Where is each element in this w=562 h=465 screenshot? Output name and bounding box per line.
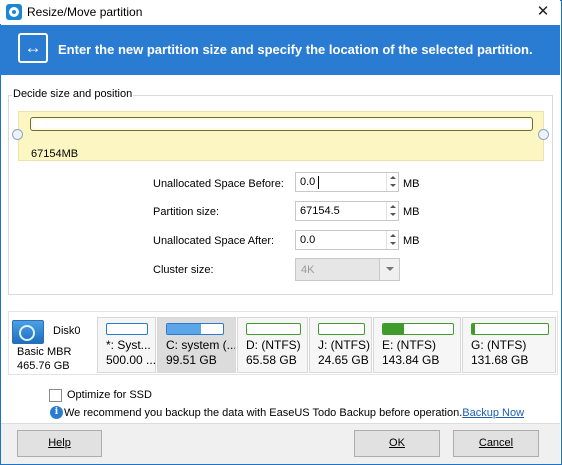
resize-arrows-icon: ↔ [18, 33, 48, 63]
cluster-size-value: 4K [301, 264, 315, 276]
title-bar: Resize/Move partition ✕ [0, 0, 560, 24]
spin-down-icon[interactable] [390, 184, 396, 187]
optimize-ssd-label[interactable]: Optimize for SSD [67, 389, 152, 401]
info-icon: i [50, 406, 63, 419]
partition-capacity: 24.65 GB [318, 353, 369, 367]
partition-usage-bar [318, 323, 365, 335]
right-resize-handle[interactable] [538, 129, 549, 140]
spin-down-icon[interactable] [390, 242, 396, 245]
partition-name: J: (NTFS) [318, 338, 370, 352]
partition-usage-fill [167, 324, 201, 334]
disk-icon [12, 320, 44, 344]
disk-name: Disk0 [53, 325, 81, 337]
spin-down-icon[interactable] [390, 213, 396, 216]
partition-usage-fill [383, 324, 404, 334]
unit-label: MB [403, 178, 420, 190]
partition-slider-area: 67154MB [18, 111, 544, 161]
ok-button[interactable]: OK [354, 430, 440, 457]
partition-usage-bar [382, 323, 454, 335]
unallocated-before-spinner[interactable] [386, 173, 398, 191]
unallocated-after-input[interactable]: 0.0 [295, 230, 399, 250]
partition-usage-bar [166, 323, 224, 335]
spin-up-icon[interactable] [390, 176, 396, 179]
help-button[interactable]: Help [17, 430, 102, 457]
left-resize-handle[interactable] [12, 129, 23, 140]
partition-block-selected[interactable]: C: system (... 99.51 GB [157, 317, 236, 373]
partition-size-input[interactable]: 67154.5 [295, 201, 399, 221]
close-button[interactable]: ✕ [526, 0, 560, 24]
cancel-button[interactable]: Cancel [453, 430, 539, 457]
disk-type: Basic MBR [17, 346, 72, 358]
unallocated-before-value: 0.0 [300, 176, 316, 188]
partition-size-label: 67154MB [31, 148, 79, 160]
partition-capacity: 143.84 GB [382, 353, 440, 367]
cancel-button-label: Cancel [478, 437, 514, 449]
partition-block[interactable]: G: (NTFS) 131.68 GB [462, 317, 556, 373]
optimize-ssd-checkbox[interactable] [49, 389, 62, 402]
instruction-banner: ↔ Enter the new partition size and speci… [0, 25, 560, 75]
partition-capacity: 65.58 GB [246, 353, 297, 367]
unit-label: MB [403, 206, 420, 218]
partition-usage-bar [246, 323, 301, 335]
partition-block[interactable]: E: (NTFS) 143.84 GB [373, 317, 461, 373]
unit-label: MB [403, 235, 420, 247]
partition-block[interactable]: *: Syst... 500.00 ... [97, 317, 156, 373]
disk-size: 465.76 GB [17, 360, 70, 372]
partition-name: D: (NTFS) [246, 338, 301, 352]
partition-name: E: (NTFS) [382, 338, 436, 352]
backup-recommendation-text: We recommend you backup the data with Ea… [64, 407, 463, 419]
unallocated-after-value: 0.0 [300, 234, 316, 246]
banner-text: Enter the new partition size and specify… [58, 42, 533, 57]
text-caret [318, 176, 319, 189]
spin-up-icon[interactable] [390, 234, 396, 237]
partition-usage-bar [106, 323, 148, 335]
partition-name: *: Syst... [106, 338, 151, 352]
backup-recommendation: We recommend you backup the data with Ea… [64, 407, 524, 419]
partition-usage-fill [472, 324, 476, 334]
group-legend: Decide size and position [12, 88, 134, 100]
app-logo-icon [6, 4, 22, 20]
unallocated-before-input[interactable]: 0.0 [295, 172, 399, 192]
partition-slider-bar[interactable] [30, 117, 533, 131]
partition-size-field-label: Partition size: [153, 206, 220, 218]
help-button-label: Help [48, 437, 71, 449]
partition-size-value: 67154.5 [300, 205, 340, 217]
partition-capacity: 99.51 GB [166, 353, 217, 367]
spin-up-icon[interactable] [390, 205, 396, 208]
ok-button-label: OK [389, 437, 405, 449]
cluster-size-select: 4K [295, 258, 400, 281]
window-title: Resize/Move partition [27, 5, 143, 19]
partition-block[interactable]: J: (NTFS) 24.65 GB [309, 317, 372, 373]
unallocated-after-label: Unallocated Space After: [153, 235, 275, 247]
unallocated-before-label: Unallocated Space Before: [153, 178, 284, 190]
partition-usage-bar [471, 323, 549, 335]
partition-name: G: (NTFS) [471, 338, 527, 352]
partition-capacity: 131.68 GB [471, 353, 529, 367]
partition-name: C: system (... [166, 338, 236, 352]
partition-size-spinner[interactable] [386, 202, 398, 220]
partition-block[interactable]: D: (NTFS) 65.58 GB [237, 317, 308, 373]
cluster-size-label: Cluster size: [153, 264, 214, 276]
backup-now-link[interactable]: Backup Now [462, 407, 524, 419]
chevron-down-icon [379, 259, 399, 280]
unallocated-after-spinner[interactable] [386, 231, 398, 249]
partition-capacity: 500.00 ... [106, 353, 156, 367]
